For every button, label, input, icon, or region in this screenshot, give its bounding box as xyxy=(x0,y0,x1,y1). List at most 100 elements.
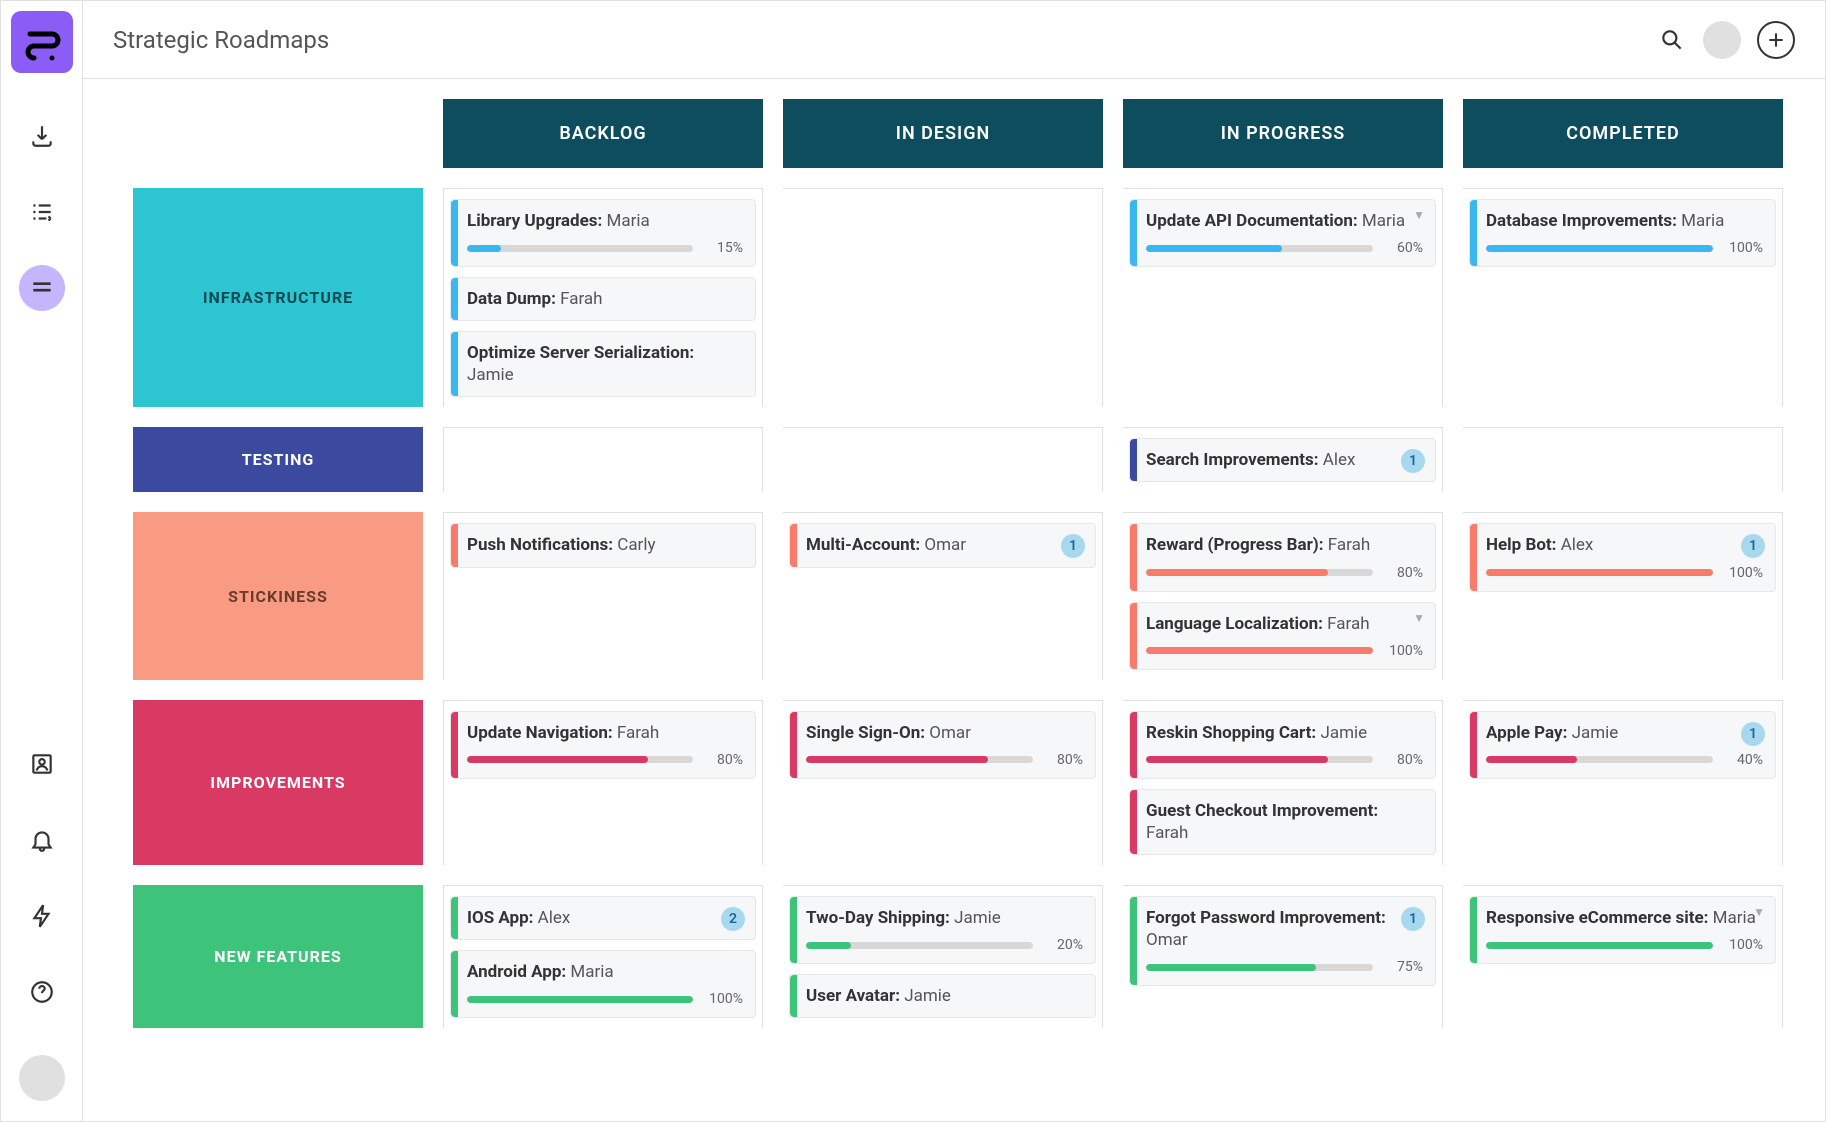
card[interactable]: Single Sign-On: Omar80% xyxy=(789,711,1096,779)
add-button[interactable] xyxy=(1757,21,1795,59)
user-avatar-bottom[interactable] xyxy=(19,1055,65,1101)
card-title: Forgot Password Improvement: Omar xyxy=(1146,907,1423,951)
card-accent xyxy=(451,897,458,939)
card[interactable]: Update Navigation: Farah 80% xyxy=(450,711,756,779)
card[interactable]: Multi-Account: Omar1 xyxy=(789,523,1096,567)
progress-percent: 40% xyxy=(1723,752,1763,768)
search-icon[interactable] xyxy=(1657,25,1687,55)
card[interactable]: Update API Documentation: Maria▼60% xyxy=(1129,199,1436,267)
page-title: Strategic Roadmaps xyxy=(113,26,329,54)
card[interactable]: Android App: Maria100% xyxy=(450,950,756,1018)
card-title: Responsive eCommerce site: Maria xyxy=(1486,907,1763,929)
card-assignee: Omar xyxy=(924,535,966,555)
cell-testing-in-progress: Search Improvements: Alex1 xyxy=(1123,427,1443,492)
cell-newfeatures-completed: Responsive eCommerce site: Maria▼100% xyxy=(1463,885,1783,1028)
card[interactable]: Library Upgrades: Maria15% xyxy=(450,199,756,267)
progress-bar xyxy=(1486,756,1713,763)
card-progress-row: 100% xyxy=(1486,565,1763,581)
help-icon[interactable] xyxy=(19,969,65,1015)
card-accent xyxy=(790,975,797,1017)
progress-percent: 100% xyxy=(1723,565,1763,581)
card-title: Update API Documentation: Maria xyxy=(1146,210,1423,232)
progress-bar-fill xyxy=(806,756,988,763)
card-title: Reskin Shopping Cart: Jamie xyxy=(1146,722,1423,744)
progress-bar-fill xyxy=(1146,647,1373,654)
card-accent xyxy=(1130,200,1137,266)
progress-percent: 80% xyxy=(1383,565,1423,581)
cell-improvements-in-design: Single Sign-On: Omar80% xyxy=(783,700,1103,865)
lane-label-newfeatures[interactable]: NEW FEATURES xyxy=(133,885,423,1028)
lane-label-infrastructure[interactable]: INFRASTRUCTURE xyxy=(133,188,423,407)
card[interactable]: Apple Pay: Jamie140% xyxy=(1469,711,1776,779)
progress-bar-fill xyxy=(806,942,851,949)
card[interactable]: IOS App: Alex2 xyxy=(450,896,756,940)
card-assignee: Jamie xyxy=(904,986,951,1006)
card-assignee: Maria xyxy=(607,211,650,231)
card-accent xyxy=(1130,439,1137,481)
cell-infrastructure-completed: Database Improvements: Maria100% xyxy=(1463,188,1783,407)
progress-bar xyxy=(1146,756,1373,763)
progress-percent: 100% xyxy=(1723,240,1763,256)
card-accent xyxy=(1130,897,1137,985)
user-avatar-top[interactable] xyxy=(1703,21,1741,59)
progress-bar xyxy=(1146,245,1373,252)
card-assignee: Farah xyxy=(1327,614,1369,634)
chevron-down-icon[interactable]: ▼ xyxy=(1413,208,1425,222)
card-title: Apple Pay: Jamie xyxy=(1486,722,1763,744)
progress-bar-fill xyxy=(1146,245,1282,252)
swimlane-icon[interactable] xyxy=(19,265,65,311)
card[interactable]: Reskin Shopping Cart: Jamie80% xyxy=(1129,711,1436,779)
chevron-down-icon[interactable]: ▼ xyxy=(1753,905,1765,919)
progress-bar-fill xyxy=(467,756,648,763)
card[interactable]: Language Localization: Farah▼100% xyxy=(1129,602,1436,670)
lane-label-stickiness[interactable]: STICKINESS xyxy=(133,512,423,679)
list-icon[interactable] xyxy=(19,189,65,235)
topbar-right xyxy=(1657,21,1795,59)
card-assignee: Omar xyxy=(1146,930,1188,950)
app-logo[interactable] xyxy=(11,11,73,73)
card-assignee: Carly xyxy=(617,535,655,555)
app-root: Strategic Roadmaps BACKLOGIN DESIGNIN PR… xyxy=(0,0,1826,1122)
card[interactable]: User Avatar: Jamie xyxy=(789,974,1096,1018)
card[interactable]: Guest Checkout Improvement: Farah xyxy=(1129,789,1436,855)
bell-icon[interactable] xyxy=(19,817,65,863)
column-header: BACKLOG xyxy=(443,99,763,168)
card-title: Push Notifications: Carly xyxy=(467,534,743,556)
card[interactable]: Search Improvements: Alex1 xyxy=(1129,438,1436,482)
card[interactable]: Push Notifications: Carly xyxy=(450,523,756,567)
column-header: COMPLETED xyxy=(1463,99,1783,168)
lane-label-testing[interactable]: TESTING xyxy=(133,427,423,492)
progress-percent: 80% xyxy=(703,752,743,768)
progress-percent: 20% xyxy=(1043,937,1083,953)
card-accent xyxy=(451,200,458,266)
card-assignee: Maria xyxy=(570,962,613,982)
download-icon[interactable] xyxy=(19,113,65,159)
card-title: Update Navigation: Farah xyxy=(467,722,743,744)
card-assignee: Maria xyxy=(1713,908,1756,928)
cell-testing-completed xyxy=(1463,427,1783,492)
card-title: Optimize Server Serialization: Jamie xyxy=(467,342,743,386)
card[interactable]: Optimize Server Serialization: Jamie xyxy=(450,331,756,397)
progress-bar xyxy=(1146,647,1373,654)
cell-stickiness-in-design: Multi-Account: Omar1 xyxy=(783,512,1103,679)
card[interactable]: Database Improvements: Maria100% xyxy=(1469,199,1776,267)
sidebar xyxy=(1,1,83,1121)
lane-label-improvements[interactable]: IMPROVEMENTS xyxy=(133,700,423,865)
card[interactable]: Reward (Progress Bar): Farah80% xyxy=(1129,523,1436,591)
card[interactable]: Help Bot: Alex1100% xyxy=(1469,523,1776,591)
progress-percent: 100% xyxy=(1383,643,1423,659)
card[interactable]: Two-Day Shipping: Jamie20% xyxy=(789,896,1096,964)
card-accent xyxy=(451,712,458,778)
card-assignee: Jamie xyxy=(954,908,1001,928)
progress-bar-fill xyxy=(1486,245,1713,252)
contact-icon[interactable] xyxy=(19,741,65,787)
cell-infrastructure-backlog: Library Upgrades: Maria15%Data Dump: Far… xyxy=(443,188,763,407)
card-progress-row: 15% xyxy=(467,240,743,256)
progress-bar-fill xyxy=(1146,569,1328,576)
lightning-icon[interactable] xyxy=(19,893,65,939)
card-progress-row: 80% xyxy=(806,752,1083,768)
card[interactable]: Data Dump: Farah xyxy=(450,277,756,321)
card[interactable]: Forgot Password Improvement: Omar175% xyxy=(1129,896,1436,986)
chevron-down-icon[interactable]: ▼ xyxy=(1413,611,1425,625)
card[interactable]: Responsive eCommerce site: Maria▼100% xyxy=(1469,896,1776,964)
